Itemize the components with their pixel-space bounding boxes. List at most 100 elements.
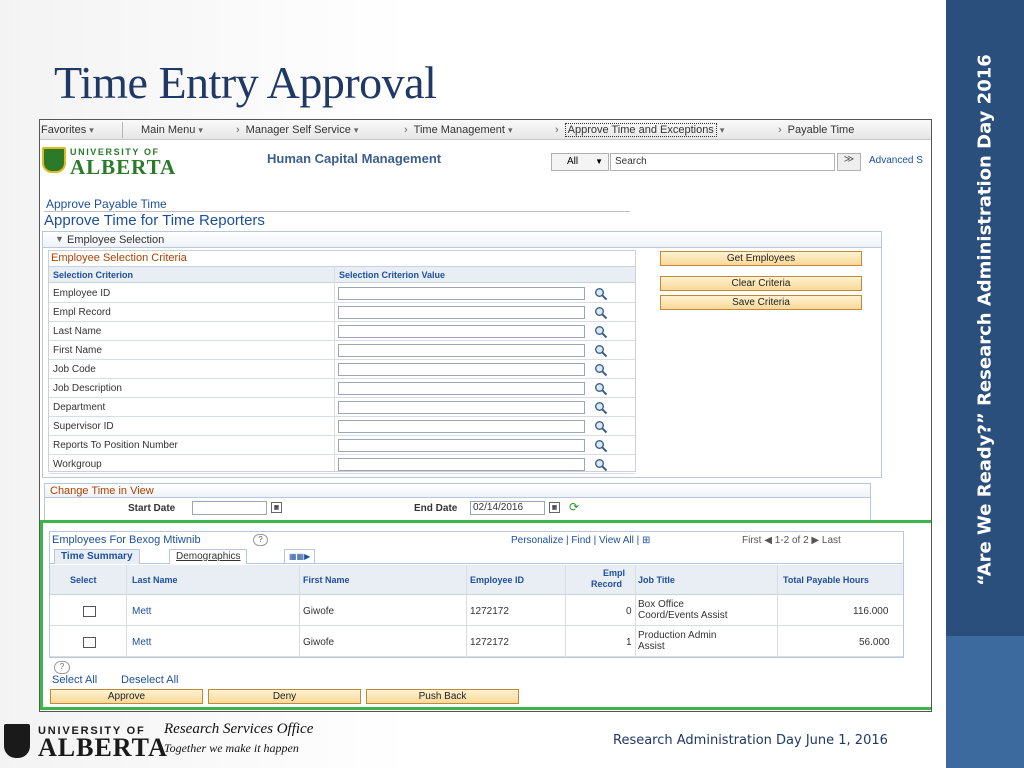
menu-main[interactable]: Main Menu ▾ [141,124,203,136]
criteria-label: Job Description [53,383,122,394]
next-icon[interactable]: ▶ [811,535,819,546]
start-date-input[interactable] [192,501,267,515]
lookup-icon[interactable] [594,363,608,377]
menu-favorites[interactable]: Favorites ▾ [41,124,94,136]
menu-approve-time[interactable]: › Approve Time and Exceptions ▾ [555,123,725,137]
criteria-value-input[interactable] [338,401,585,414]
criteria-value-input[interactable] [338,382,585,395]
slide-title: Time Entry Approval [54,57,437,108]
menu-manager-self-service[interactable]: › Manager Self Service ▾ [236,124,358,136]
lookup-icon[interactable] [594,439,608,453]
search-input[interactable]: Search [610,153,835,171]
criteria-label: Supervisor ID [53,421,114,432]
get-employees-button[interactable]: Get Employees [660,251,862,266]
criteria-label: Department [53,402,106,413]
app-title: Human Capital Management [267,151,442,166]
criteria-row: Reports To Position Number [49,436,635,455]
criteria-row: Last Name [49,322,635,341]
grid-navigation: First ◀ 1-2 of 2 ▶ Last [742,535,841,546]
download-icon[interactable]: ⊞ [642,535,650,546]
menu-time-management[interactable]: › Time Management ▾ [404,124,513,136]
tab-time-summary[interactable]: Time Summary [54,549,140,564]
criteria-value-input[interactable] [338,325,585,338]
chevron-down-icon: ▾ [507,125,513,135]
criteria-label: Reports To Position Number [53,440,178,451]
change-time-group: Change Time in View Start Date ▦ End Dat… [44,483,871,521]
employee-selection-header[interactable]: ▼ Employee Selection [43,232,881,248]
show-all-columns-icon[interactable]: ▦▦▶ [284,549,316,564]
deselect-all-link[interactable]: Deselect All [121,674,178,686]
criteria-value-input[interactable] [338,363,585,376]
save-criteria-button[interactable]: Save Criteria [660,295,862,310]
lookup-icon[interactable] [594,401,608,415]
approve-button[interactable]: Approve [50,689,203,704]
menu-bar: Favorites ▾ Main Menu ▾ › Manager Self Serv… [40,120,931,140]
criteria-label: First Name [53,345,102,356]
grid-tools[interactable]: Personalize | Find | View All | ⊞ [511,535,650,546]
table-row: Mett Giwofe 1272172 1 Production Admin A… [50,627,903,657]
lookup-icon[interactable] [594,306,608,320]
criteria-table: Employee Selection Criteria Selection Cr… [48,250,636,474]
tab-demographics[interactable]: Demographics [169,549,248,564]
select-all-link[interactable]: Select All [52,674,97,686]
search-go-button[interactable]: ≫ [837,153,861,171]
push-back-button[interactable]: Push Back [366,689,519,704]
last-name-link[interactable]: Mett [132,606,151,617]
select-checkbox[interactable] [83,637,96,648]
side-banner: “Are We Ready?” Research Administration … [946,0,1024,768]
prev-icon[interactable]: ◀ [764,535,772,546]
search-scope-select[interactable]: All ▼ [551,153,609,171]
criteria-label: Employee ID [53,288,111,299]
calendar-icon[interactable]: ▦ [549,502,560,513]
end-date-input[interactable]: 02/14/2016 [470,501,545,515]
crest-icon [4,724,30,758]
clear-criteria-button[interactable]: Clear Criteria [660,276,862,291]
criteria-label: Workgroup [53,459,102,470]
app-banner: UNIVERSITY OF ALBERTA Human Capital Mana… [40,141,931,179]
criteria-row: First Name [49,341,635,360]
last-name-link[interactable]: Mett [132,637,151,648]
select-checkbox[interactable] [83,606,96,617]
criteria-row: Job Code [49,360,635,379]
peoplesoft-screen: Favorites ▾ Main Menu ▾ › Manager Self Serv… [39,119,932,712]
lookup-icon[interactable] [594,287,608,301]
lookup-icon[interactable] [594,458,608,472]
criteria-row: Supervisor ID [49,417,635,436]
grid-column-header: Select Last Name First Name Employee ID … [50,565,903,595]
lookup-icon[interactable] [594,420,608,434]
lookup-icon[interactable] [594,325,608,339]
footer-tagline: Together we make it happen [164,741,299,755]
help-icon[interactable]: ? [54,661,70,674]
side-banner-accent [946,636,1024,768]
advanced-search-link[interactable]: Advanced S [869,155,923,166]
criteria-value-input[interactable] [338,306,585,319]
criteria-value-input[interactable] [338,344,585,357]
end-date-label: End Date [414,503,458,514]
criteria-value-input[interactable] [338,287,585,300]
chevron-down-icon: ▾ [719,125,725,135]
criteria-row: Job Description [49,379,635,398]
grid-title: Employees For Bexog Mtiwnib [52,534,201,546]
table-row: Mett Giwofe 1272172 0 Box Office Coord/E… [50,596,903,626]
calendar-icon[interactable]: ▦ [271,502,282,513]
menu-payable-time[interactable]: › Payable Time [778,124,854,136]
footer-org: Research Services Office [164,721,314,737]
lookup-icon[interactable] [594,382,608,396]
employees-grid: Employees For Bexog Mtiwnib ? Personaliz… [49,531,904,658]
start-date-label: Start Date [128,503,176,514]
criteria-value-input[interactable] [338,420,585,433]
criteria-value-input[interactable] [338,458,585,471]
refresh-icon[interactable]: ⟳ [569,500,579,514]
chevron-down-icon: ▾ [353,125,359,135]
page-title: Approve Time for Time Reporters [44,212,265,229]
lookup-icon[interactable] [594,344,608,358]
chevron-down-icon: ▾ [198,125,203,135]
criteria-value-input[interactable] [338,439,585,452]
criteria-label: Job Code [53,364,96,375]
deny-button[interactable]: Deny [208,689,361,704]
help-icon[interactable]: ? [253,534,268,546]
page-subtitle: Approve Payable Time [46,197,167,211]
criteria-row: Employee ID [49,284,635,303]
highlight-box: Employees For Bexog Mtiwnib ? Personaliz… [40,520,931,710]
criteria-row: Workgroup [49,455,635,474]
